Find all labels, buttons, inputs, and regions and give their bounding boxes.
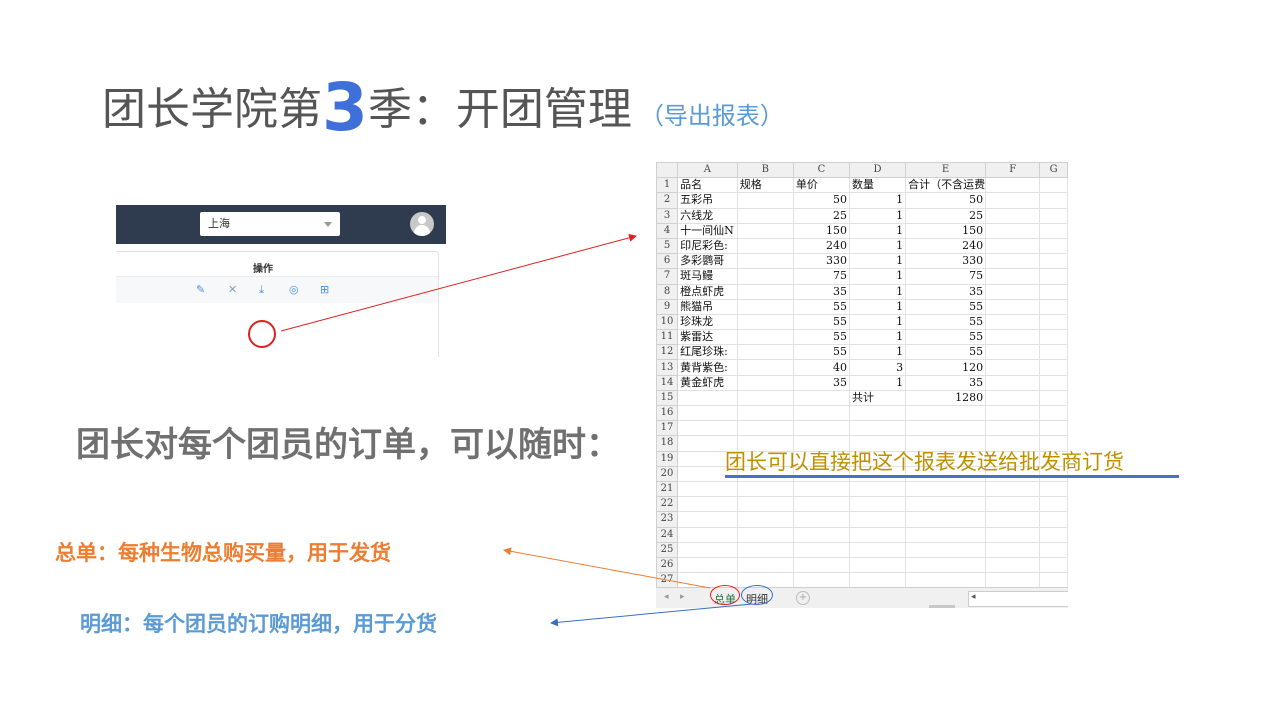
arrow-detail-tab	[550, 603, 753, 627]
arrow-total-tab	[503, 547, 711, 589]
annotation-arrows	[280, 233, 753, 627]
arrow-download-to-sheet	[280, 233, 637, 332]
